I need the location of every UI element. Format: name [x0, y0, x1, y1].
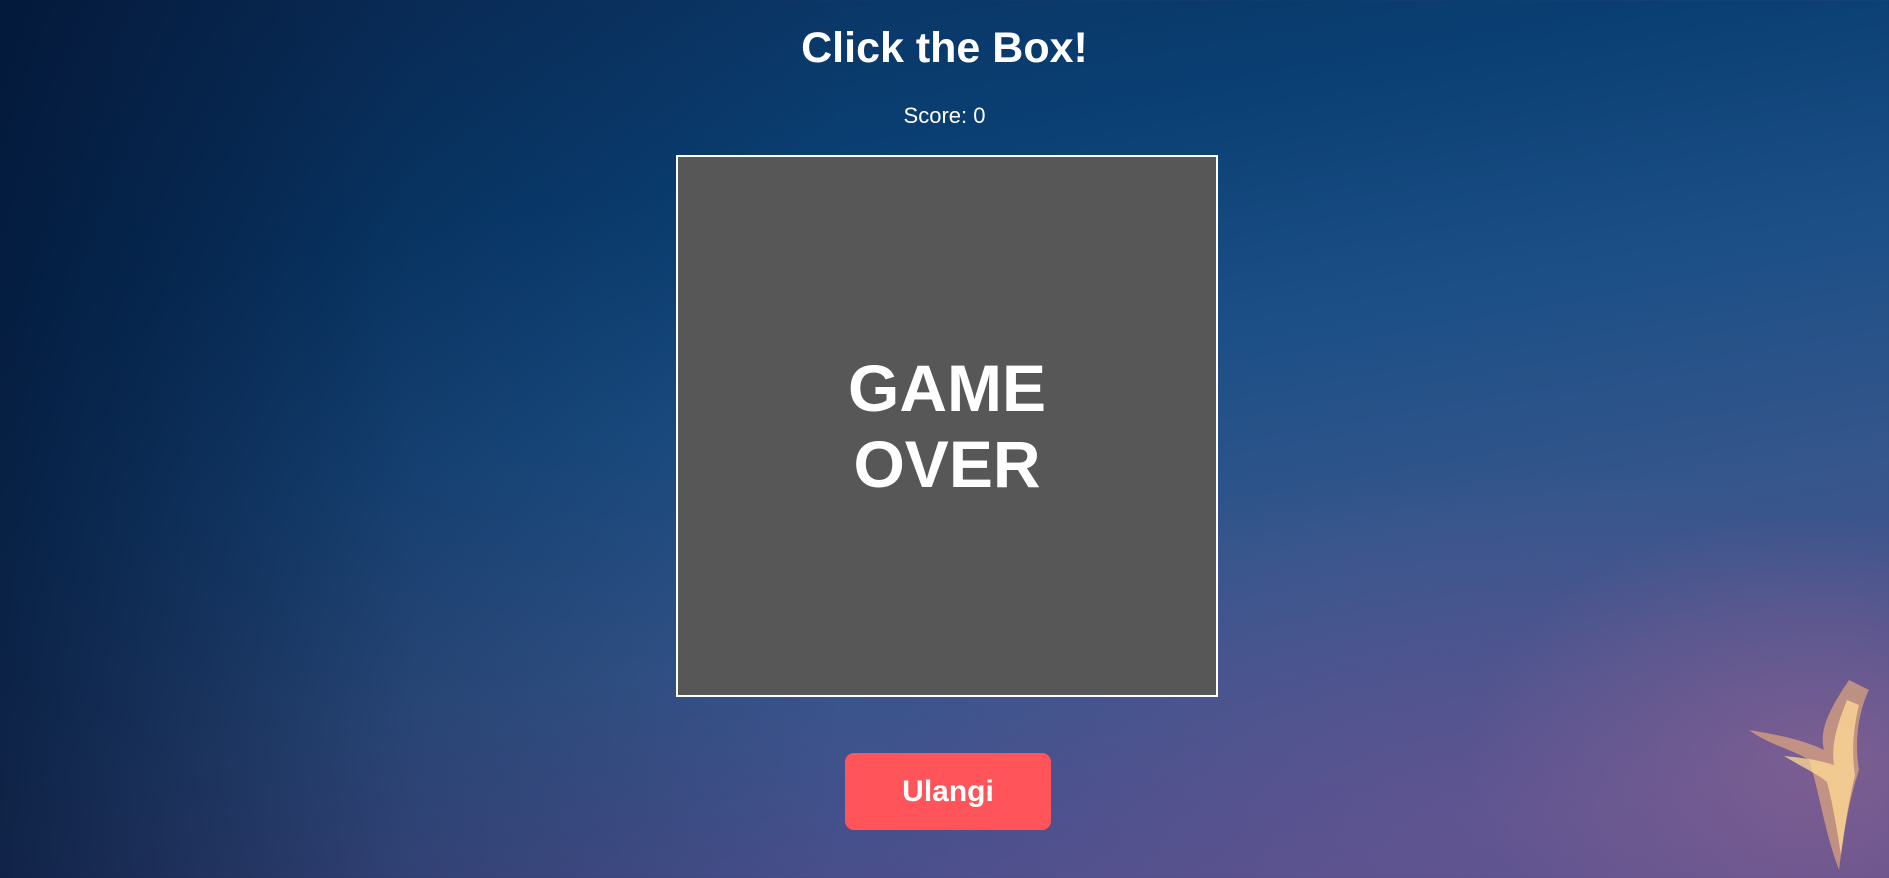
retry-button[interactable]: Ulangi — [845, 753, 1051, 830]
game-box[interactable]: GAME OVER — [676, 155, 1218, 697]
cloud-glow-decoration — [1749, 680, 1869, 870]
game-over-message: GAME OVER — [848, 351, 1046, 501]
score-display: Score: 0 — [903, 103, 986, 128]
page-title: Click the Box! — [801, 24, 1088, 72]
